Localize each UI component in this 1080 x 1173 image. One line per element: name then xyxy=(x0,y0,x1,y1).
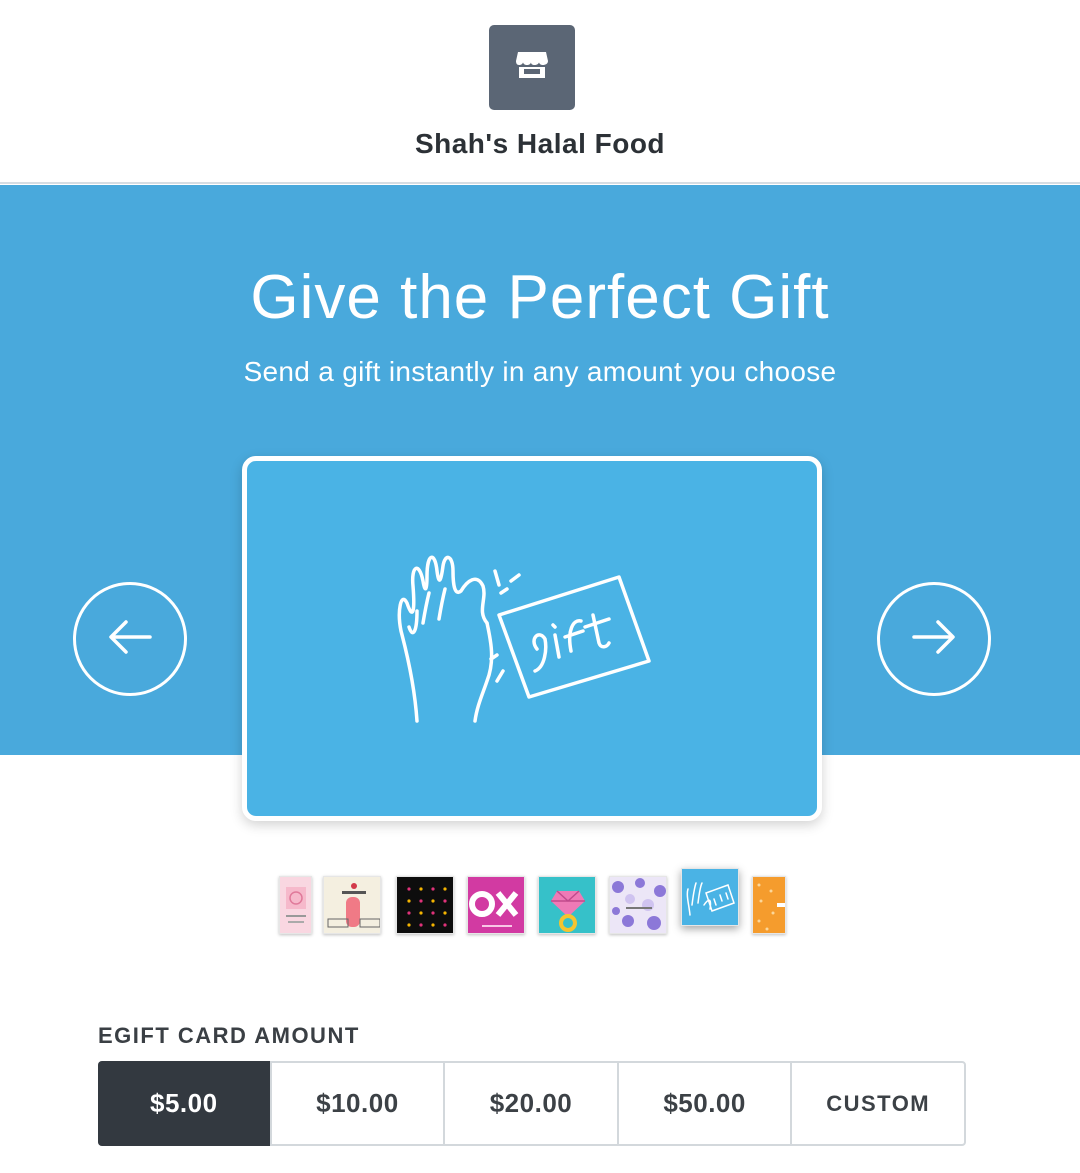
store-name: Shah's Halal Food xyxy=(414,128,666,159)
thumbnail-ring-turquoise-design[interactable] xyxy=(538,876,596,934)
amount-selector: $5.00 $10.00 $20.00 $50.00 CUSTOM xyxy=(98,1061,966,1146)
arrow-right-icon xyxy=(910,617,958,662)
thumbnail-dots-black-design[interactable] xyxy=(396,876,454,934)
store-header: Shah's Halal Food xyxy=(0,0,1080,184)
hero-title: Give the Perfect Gift xyxy=(250,263,830,332)
hero-subtitle: Send a gift instantly in any amount you … xyxy=(243,356,837,387)
arrow-left-icon xyxy=(106,617,154,662)
thumbnail-gift-blue-design[interactable] xyxy=(681,868,739,926)
amount-option-custom[interactable]: CUSTOM xyxy=(790,1063,964,1144)
previous-design-button[interactable] xyxy=(73,582,187,696)
storefront-icon xyxy=(515,50,549,85)
thumbnail-xo-magenta-design[interactable] xyxy=(467,876,525,934)
thumbnail-i-love-you-design[interactable] xyxy=(323,876,381,934)
egift-amount-label: EGIFT CARD AMOUNT xyxy=(98,1023,360,1048)
amount-option-50[interactable]: $50.00 xyxy=(616,1063,791,1144)
thumbnail-orange-gift-design[interactable] xyxy=(752,876,786,934)
hand-gift-illustration xyxy=(387,531,677,746)
store-logo xyxy=(489,25,575,110)
amount-option-20[interactable]: $20.00 xyxy=(443,1063,617,1144)
thumbnail-congrats-hearts-design[interactable] xyxy=(609,876,667,934)
gift-card-preview xyxy=(242,456,822,821)
next-design-button[interactable] xyxy=(877,582,991,696)
amount-option-5[interactable]: $5.00 xyxy=(98,1061,270,1146)
thumbnail-pink-design[interactable] xyxy=(279,876,312,934)
amount-option-10[interactable]: $10.00 xyxy=(269,1063,444,1144)
